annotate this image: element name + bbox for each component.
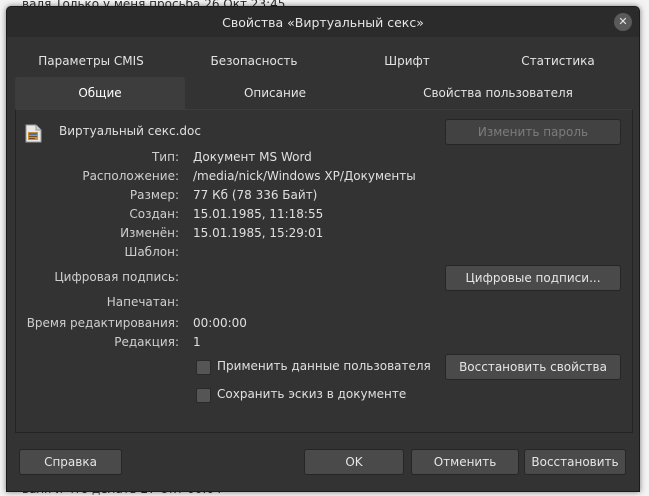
size-value: 77 Кб (78 336 Байт)	[193, 188, 318, 202]
help-button[interactable]: Справка	[19, 449, 122, 475]
restore-properties-button[interactable]: Восстановить свойства	[445, 354, 621, 380]
digital-signature-label: Цифровая подпись:	[54, 270, 179, 284]
created-label: Создан:	[129, 207, 179, 221]
reset-button[interactable]: Восстановить	[524, 449, 626, 475]
change-password-button[interactable]: Изменить пароль	[445, 119, 621, 145]
type-value: Документ MS Word	[193, 150, 312, 164]
created-value: 15.01.1985, 11:18:55	[193, 207, 324, 221]
apply-user-data-checkbox[interactable]	[196, 360, 211, 375]
save-thumbnail-checkbox[interactable]	[196, 388, 211, 403]
ok-button[interactable]: OK	[304, 449, 404, 475]
dialog-title: Свойства «Виртуальный секс»	[222, 15, 424, 30]
template-label: Шаблон:	[124, 245, 180, 259]
close-button[interactable]: ✕	[614, 13, 632, 31]
location-label: Расположение:	[82, 169, 179, 183]
tab-font[interactable]: Шрифт	[345, 45, 469, 77]
modified-value: 15.01.1985, 15:29:01	[193, 226, 324, 240]
apply-user-data-label: Применить данные пользователя	[217, 359, 431, 373]
tab-cmis-parameters[interactable]: Параметры CMIS	[15, 45, 167, 77]
size-label: Размер:	[129, 188, 179, 202]
editing-time-label: Время редактирования:	[26, 316, 179, 330]
tab-description[interactable]: Описание	[185, 77, 365, 109]
title-bar[interactable]: Свойства «Виртуальный секс» ✕	[7, 7, 639, 37]
document-icon	[25, 124, 42, 143]
printed-label: Напечатан:	[106, 295, 179, 309]
tab-general[interactable]: Общие	[15, 77, 185, 109]
digital-signatures-button[interactable]: Цифровые подписи...	[445, 265, 621, 291]
location-value: /media/nick/Windows XP/Документы	[193, 169, 416, 183]
revision-value: 1	[193, 335, 201, 349]
revision-label: Редакция:	[114, 335, 179, 349]
editing-time-value: 00:00:00	[193, 316, 247, 330]
tab-row-2: Общие Описание Свойства пользователя	[15, 77, 631, 109]
properties-dialog: Свойства «Виртуальный секс» ✕ Параметры …	[6, 6, 640, 492]
save-thumbnail-label: Сохранить эскиз в документе	[217, 387, 407, 401]
cancel-button[interactable]: Отменить	[411, 449, 519, 475]
tab-row-1: Параметры CMIS Безопасность Шрифт Статис…	[15, 45, 631, 77]
tab-security[interactable]: Безопасность	[180, 45, 328, 77]
close-icon: ✕	[618, 15, 628, 28]
file-name: Виртуальный секс.doc	[59, 124, 201, 138]
tab-custom-properties[interactable]: Свойства пользователя	[365, 77, 631, 109]
modified-label: Изменён:	[120, 226, 179, 240]
type-label: Тип:	[151, 150, 179, 164]
tab-statistics[interactable]: Статистика	[485, 45, 631, 77]
